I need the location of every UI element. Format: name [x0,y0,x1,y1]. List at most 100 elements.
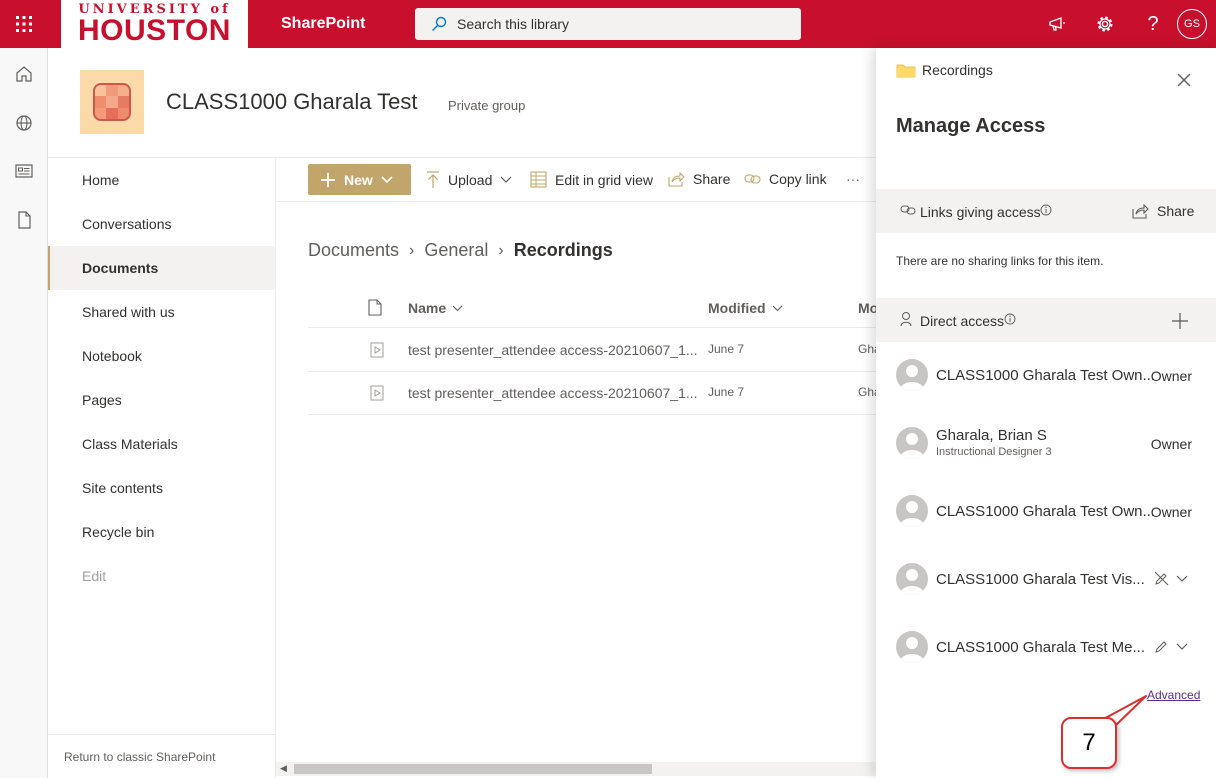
header-actions: ? GS [1033,0,1216,48]
scrollbar-thumb[interactable] [294,764,652,774]
upload-label: Upload [448,172,493,188]
file-type-icon[interactable] [368,299,382,316]
links-section-header: Links giving access Share [876,189,1216,233]
info-icon[interactable] [1004,313,1016,325]
chevron-down-icon[interactable] [1176,643,1188,651]
person-icon [900,312,912,327]
return-to-classic-link[interactable]: Return to classic SharePoint [48,734,275,778]
suite-header: UNIVERSITY of HOUSTON SharePoint Search … [0,0,1216,48]
home-icon[interactable] [14,64,34,84]
site-logo-tile-icon [93,83,131,121]
nav-item-conversations[interactable]: Conversations [48,202,275,246]
breadcrumb-general[interactable]: General [424,240,488,261]
upload-button[interactable]: Upload [426,171,520,189]
group-privacy-label: Private group [448,98,526,113]
user-avatar[interactable]: GS [1177,9,1207,39]
close-icon[interactable] [1174,70,1194,90]
nav-item-recycle-bin[interactable]: Recycle bin [48,510,275,554]
link-icon [744,174,761,184]
nav-item-pages[interactable]: Pages [48,378,275,422]
news-icon[interactable] [14,161,34,181]
access-entry[interactable]: CLASS1000 Gharala Test Vis... [876,547,1216,615]
app-rail [0,48,48,778]
column-name-label: Name [408,300,447,316]
modified-date: June 7 [708,342,745,356]
column-name[interactable]: Name [408,300,463,316]
avatar [896,495,928,527]
column-modified[interactable]: Modified [708,300,783,316]
access-entry[interactable]: CLASS1000 Gharala Test Me... [876,615,1216,683]
folder-name: Recordings [922,62,993,78]
breadcrumb-documents[interactable]: Documents [308,240,399,261]
avatar [896,427,928,459]
avatar [896,631,928,663]
edit-grid-view-label: Edit in grid view [555,171,654,188]
panel-share-label: Share [1157,203,1195,219]
horizontal-scrollbar[interactable]: ◀ [276,762,876,776]
links-section-title: Links giving access [920,204,1041,220]
breadcrumb-recordings: Recordings [513,240,613,260]
breadcrumb-chevron-icon: › [498,241,504,259]
access-entry-title: Instructional Designer 3 [936,446,1052,458]
scroll-left-icon[interactable]: ◀ [280,763,287,774]
panel-item-name: Recordings [896,62,993,78]
megaphone-icon[interactable] [1033,0,1081,48]
nav-item-documents[interactable]: Documents [48,246,275,290]
new-button-label: New [344,171,373,188]
help-icon[interactable]: ? [1129,0,1177,48]
new-button[interactable]: New [308,164,411,195]
access-entry[interactable]: CLASS1000 Gharala Test Own... Owner [876,479,1216,547]
nav-item-shared-with-us[interactable]: Shared with us [48,290,275,334]
panel-share-button[interactable]: Share [1132,203,1194,219]
app-name[interactable]: SharePoint [281,15,365,33]
advanced-link[interactable]: Advanced [1147,688,1200,702]
share-icon [1132,203,1149,219]
access-entry-role: Owner [1150,504,1192,520]
search-box[interactable]: Search this library [415,8,801,40]
access-entry[interactable]: Gharala, Brian S Instructional Designer … [876,411,1216,479]
table-row[interactable]: test presenter_attendee access-20210607_… [308,372,881,415]
table-row[interactable]: test presenter_attendee access-20210607_… [308,329,881,372]
share-icon [668,171,685,187]
add-icon[interactable] [1171,312,1189,330]
copy-link-button[interactable]: Copy link [744,171,827,187]
access-entry[interactable]: CLASS1000 Gharala Test Own... Owner [876,343,1216,411]
step-callout: 7 [1061,717,1117,769]
chevron-down-icon[interactable] [1176,575,1188,583]
grid-icon [530,171,547,188]
access-entry-name: Gharala, Brian S [936,427,1047,444]
access-entry-role: Owner [1150,368,1192,384]
site-logo[interactable] [80,70,144,134]
info-icon[interactable] [1040,204,1052,216]
nav-edit-link[interactable]: Edit [48,554,275,598]
video-file-icon [370,385,384,401]
gear-icon[interactable] [1081,0,1129,48]
plus-icon [321,172,335,187]
edit-grid-view-button[interactable]: Edit in grid view [530,171,653,188]
more-options-button[interactable]: ··· [846,171,860,187]
nav-item-site-contents[interactable]: Site contents [48,466,275,510]
chevron-down-icon [452,305,463,311]
globe-icon[interactable] [14,113,34,133]
no-links-message: There are no sharing links for this item… [896,254,1104,268]
nav-item-notebook[interactable]: Notebook [48,334,275,378]
pencil-icon[interactable] [1154,639,1169,654]
search-placeholder: Search this library [457,16,570,32]
file-name[interactable]: test presenter_attendee access-20210607_… [408,385,698,401]
search-icon [432,16,447,31]
university-logo[interactable]: UNIVERSITY of HOUSTON [61,0,248,48]
manage-access-panel: Recordings Manage Access Links giving ac… [876,48,1216,778]
file-name[interactable]: test presenter_attendee access-20210607_… [408,342,698,358]
direct-access-title: Direct access [920,313,1005,329]
nav-item-class-materials[interactable]: Class Materials [48,422,275,466]
share-button[interactable]: Share [668,171,730,187]
app-launcher-icon[interactable] [0,0,48,48]
no-edit-icon[interactable] [1154,571,1169,586]
nav-item-home[interactable]: Home [48,158,275,202]
link-icon [900,205,916,215]
list-header: Name Modified Mo [308,288,878,328]
document-icon[interactable] [14,210,34,230]
chevron-down-icon [381,175,393,183]
copy-link-label: Copy link [769,171,827,187]
site-title[interactable]: CLASS1000 Gharala Test [166,89,418,115]
